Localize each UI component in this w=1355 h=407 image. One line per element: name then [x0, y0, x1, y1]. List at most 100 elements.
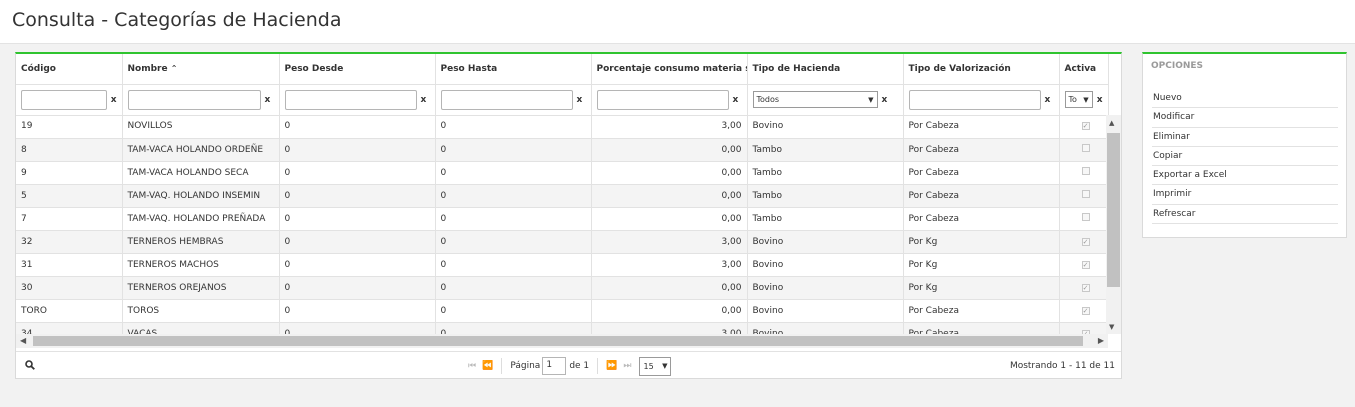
column-header-tipo-valorizacion[interactable]: Tipo de Valorización — [903, 54, 1060, 85]
cell-activa — [1059, 207, 1108, 231]
vertical-scrollbar[interactable]: ▲ ▼ — [1106, 115, 1121, 334]
cell-tipo-hacienda: Bovino — [747, 230, 904, 254]
cell-tipo-valorizacion: Por Cabeza — [903, 115, 1060, 139]
filter-peso-desde-input[interactable] — [284, 89, 417, 110]
cell-activa — [1059, 184, 1108, 208]
clear-filter-codigo-button[interactable]: x — [111, 95, 117, 105]
table-row[interactable]: 9 TAM-VACA HOLANDO SECA 0 0 0,00 Tambo Por Cab… — [16, 161, 1108, 185]
scroll-left-icon[interactable]: ◀ — [20, 336, 26, 345]
cell-nombre: TAM-VACA HOLANDO SECA — [122, 161, 280, 185]
column-header-peso-hasta[interactable]: Peso Hasta — [435, 54, 592, 85]
filter-codigo-input[interactable] — [21, 89, 107, 110]
cell-porcentaje: 0,00 — [591, 161, 748, 185]
clear-filter-peso-hasta-button[interactable]: x — [577, 95, 583, 105]
table-row[interactable]: 8 TAM-VACA HOLANDO ORDEÑE 0 0 0,00 Tambo Por C… — [16, 138, 1108, 162]
cell-codigo: 5 — [16, 184, 123, 208]
cell-nombre: TERNEROS MACHOS — [122, 253, 280, 277]
first-page-icon[interactable]: ⏮ — [468, 361, 476, 371]
option-modificar[interactable]: Modificar — [1152, 108, 1338, 128]
last-page-icon[interactable]: ⏭ — [623, 361, 631, 371]
clear-filter-tipo-hacienda-button[interactable]: x — [882, 95, 888, 105]
table-row[interactable]: 30 TERNEROS OREJANOS 0 0 0,00 Bovino Por Kg ✓ — [16, 276, 1108, 300]
page-total-label: de 1 — [569, 361, 590, 371]
table-row[interactable]: 31 TERNEROS MACHOS 0 0 3,00 Bovino Por Kg ✓ — [16, 253, 1108, 277]
cell-peso-hasta: 0 — [435, 138, 592, 162]
filter-peso-hasta-input[interactable] — [440, 89, 573, 110]
search-icon[interactable] — [25, 360, 35, 370]
table-row[interactable]: 5 TAM-VAQ. HOLANDO INSEMIN 0 0 0,00 Tambo Por … — [16, 184, 1108, 208]
table-row[interactable]: 32 TERNEROS HEMBRAS 0 0 3,00 Bovino Por Kg ✓ — [16, 230, 1108, 254]
column-header-tipo-hacienda[interactable]: Tipo de Hacienda — [747, 54, 904, 85]
next-page-icon[interactable]: ⏩ — [606, 361, 617, 371]
scroll-down-icon[interactable]: ▼ — [1109, 323, 1114, 331]
column-header-codigo[interactable]: Código — [16, 54, 123, 85]
column-header-nombre[interactable]: Nombre ⌃ — [122, 54, 280, 85]
cell-peso-hasta: 0 — [435, 230, 592, 254]
option-imprimir[interactable]: Imprimir — [1152, 185, 1338, 205]
cell-tipo-hacienda: Tambo — [747, 184, 904, 208]
cell-porcentaje: 0,00 — [591, 207, 748, 231]
cell-nombre: TAM-VAQ. HOLANDO INSEMIN — [122, 184, 280, 208]
vertical-scroll-thumb[interactable] — [1107, 133, 1120, 287]
cell-peso-hasta: 0 — [435, 115, 592, 139]
option-refrescar[interactable]: Refrescar — [1152, 205, 1338, 225]
cell-tipo-valorizacion: Por Cabeza — [903, 138, 1060, 162]
previous-page-icon[interactable]: ⏪ — [482, 361, 493, 371]
cell-peso-desde: 0 — [279, 253, 436, 277]
table-row[interactable]: TORO TOROS 0 0 0,00 Bovino Por Cabeza ✓ — [16, 299, 1108, 323]
filter-tipo-hacienda-select[interactable]: Todos ▼ — [752, 91, 878, 108]
filter-tipo-valorizacion-input[interactable] — [908, 89, 1041, 110]
cell-porcentaje: 0,00 — [591, 184, 748, 208]
column-header-activa[interactable]: Activa — [1059, 54, 1109, 85]
cell-peso-hasta: 0 — [435, 161, 592, 185]
column-header-porcentaje[interactable]: Porcentaje consumo materia seca — [591, 54, 748, 85]
cell-tipo-valorizacion: Por Cabeza — [903, 184, 1060, 208]
cell-activa — [1059, 138, 1108, 162]
clear-filter-activa-button[interactable]: x — [1097, 95, 1103, 105]
filter-activa-select[interactable]: To ▼ — [1064, 91, 1093, 108]
records-summary: Mostrando 1 - 11 de 11 — [1009, 361, 1115, 371]
page-number-input[interactable]: 1 — [542, 357, 567, 375]
activa-checkbox: ✓ — [1081, 122, 1090, 131]
table-row[interactable]: 34 VACAS 0 0 3,00 Bovino Por Cabeza ✓ — [16, 322, 1108, 334]
filter-activa-value: To — [1068, 95, 1077, 104]
cell-tipo-valorizacion: Por Cabeza — [903, 299, 1060, 323]
horizontal-scroll-thumb[interactable] — [33, 336, 1083, 346]
table-row[interactable]: 7 TAM-VAQ. HOLANDO PREÑADA 0 0 0,00 Tambo Por … — [16, 207, 1108, 231]
cell-tipo-hacienda: Bovino — [747, 276, 904, 300]
clear-filter-nombre-button[interactable]: x — [265, 95, 271, 105]
option-nuevo[interactable]: Nuevo — [1152, 89, 1338, 109]
clear-filter-tipo-valorizacion-button[interactable]: x — [1045, 95, 1051, 105]
clear-filter-porcentaje-button[interactable]: x — [733, 95, 739, 105]
pager-controls: ⏮ ⏪ Página 1 de 1 ⏩ ⏭ 15 ▼ — [468, 356, 672, 376]
table-row[interactable]: 19 NOVILLOS 0 0 3,00 Bovino Por Cabeza ✓ — [16, 115, 1108, 139]
page-size-select[interactable]: 15 ▼ — [639, 356, 672, 376]
cell-codigo: 34 — [16, 322, 123, 334]
cell-nombre: TAM-VACA HOLANDO ORDEÑE — [122, 138, 280, 162]
filter-porcentaje-input[interactable] — [596, 89, 729, 110]
scroll-up-icon[interactable]: ▲ — [1109, 119, 1114, 127]
horizontal-scrollbar[interactable]: ◀ ▶ — [16, 334, 1108, 348]
options-title: OPCIONES — [1151, 61, 1204, 71]
dropdown-arrow-icon: ▼ — [1083, 95, 1089, 104]
cell-codigo: 31 — [16, 253, 123, 277]
filter-nombre-input[interactable] — [127, 89, 261, 110]
cell-tipo-hacienda: Bovino — [747, 299, 904, 323]
cell-peso-desde: 0 — [279, 299, 436, 323]
cell-tipo-hacienda: Bovino — [747, 115, 904, 139]
cell-tipo-hacienda: Bovino — [747, 322, 904, 334]
option-eliminar[interactable]: Eliminar — [1152, 128, 1338, 147]
cell-tipo-valorizacion: Por Cabeza — [903, 207, 1060, 231]
cell-codigo: 32 — [16, 230, 123, 254]
scroll-right-icon[interactable]: ▶ — [1098, 336, 1104, 345]
option-exportar-excel[interactable]: Exportar a Excel — [1152, 166, 1338, 186]
filter-tipo-hacienda-value: Todos — [756, 95, 780, 104]
option-copiar[interactable]: Copiar — [1152, 147, 1338, 167]
column-header-peso-desde[interactable]: Peso Desde — [279, 54, 436, 85]
options-panel: OPCIONES Nuevo Modificar Eliminar Copiar… — [1142, 52, 1347, 238]
cell-nombre: NOVILLOS — [122, 115, 280, 139]
grid-panel: Código Nombre ⌃ Peso Desde Peso Hasta Po… — [15, 52, 1122, 379]
clear-filter-peso-desde-button[interactable]: x — [421, 95, 427, 105]
pager-divider — [501, 358, 503, 374]
grid-body[interactable]: 19 NOVILLOS 0 0 3,00 Bovino Por Cabeza ✓ 8 TAM-VA… — [16, 115, 1108, 334]
